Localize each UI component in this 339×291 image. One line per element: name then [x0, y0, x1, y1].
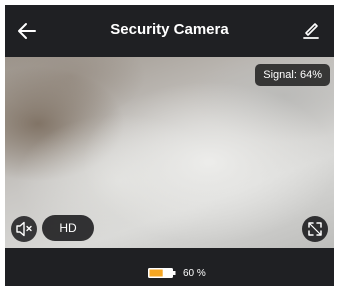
pencil-icon — [303, 23, 319, 39]
camera-screen: Security Camera Signal: 64% HD 60 % — [5, 5, 334, 286]
fullscreen-button[interactable] — [302, 216, 328, 242]
status-footer: 60 % — [5, 248, 334, 286]
mute-button[interactable] — [11, 216, 37, 242]
camera-feed[interactable]: Signal: 64% HD — [5, 57, 334, 248]
battery-indicator — [148, 268, 176, 278]
battery-percent-text: 60 % — [183, 268, 206, 279]
signal-badge: Signal: 64% — [255, 64, 330, 86]
header-bar: Security Camera — [5, 5, 334, 57]
edit-button[interactable] — [300, 19, 322, 41]
speaker-muted-icon — [16, 221, 32, 237]
battery-icon — [148, 268, 176, 278]
expand-icon — [308, 222, 322, 236]
quality-toggle-button[interactable]: HD — [42, 215, 94, 241]
page-title: Security Camera — [110, 21, 229, 38]
